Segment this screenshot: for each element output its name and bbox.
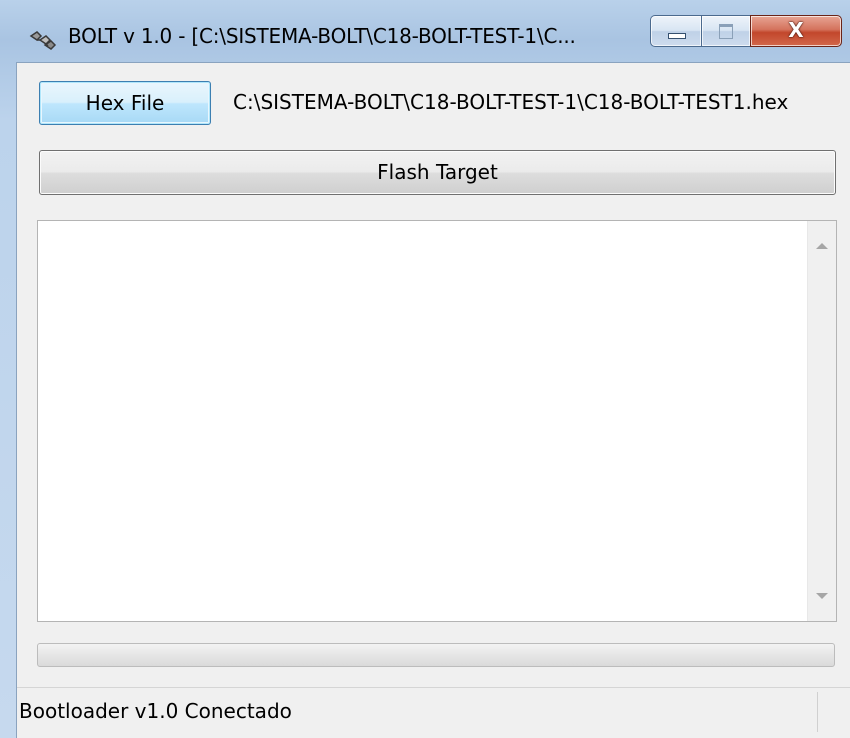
title-bar[interactable]: BOLT v 1.0 - [C:\SISTEMA-BOLT\C18-BOLT-T… <box>0 0 850 62</box>
maximize-button <box>701 15 750 47</box>
app-window: BOLT v 1.0 - [C:\SISTEMA-BOLT\C18-BOLT-T… <box>0 0 850 738</box>
log-textarea[interactable] <box>37 220 837 622</box>
progress-bar <box>37 643 835 667</box>
window-title: BOLT v 1.0 - [C:\SISTEMA-BOLT\C18-BOLT-T… <box>68 24 576 48</box>
bolt-app-icon[interactable] <box>28 28 58 52</box>
scroll-up-icon[interactable] <box>816 243 828 249</box>
close-icon: X <box>788 18 804 42</box>
flash-target-button[interactable]: Flash Target <box>39 150 836 195</box>
vertical-scrollbar[interactable] <box>807 221 836 621</box>
log-content <box>42 225 806 617</box>
minimize-icon <box>668 33 686 39</box>
maximize-icon <box>719 24 733 39</box>
minimize-button[interactable] <box>650 15 701 47</box>
status-divider <box>817 692 818 732</box>
window-controls: X <box>650 15 842 47</box>
scroll-down-icon[interactable] <box>816 593 828 599</box>
client-area: Hex File C:\SISTEMA-BOLT\C18-BOLT-TEST-1… <box>16 62 850 738</box>
status-bar: Bootloader v1.0 Conectado <box>17 687 850 738</box>
close-button[interactable]: X <box>750 15 842 47</box>
hex-file-button[interactable]: Hex File <box>39 81 211 125</box>
selected-file-path: C:\SISTEMA-BOLT\C18-BOLT-TEST-1\C18-BOLT… <box>233 90 789 114</box>
status-text: Bootloader v1.0 Conectado <box>19 699 292 723</box>
